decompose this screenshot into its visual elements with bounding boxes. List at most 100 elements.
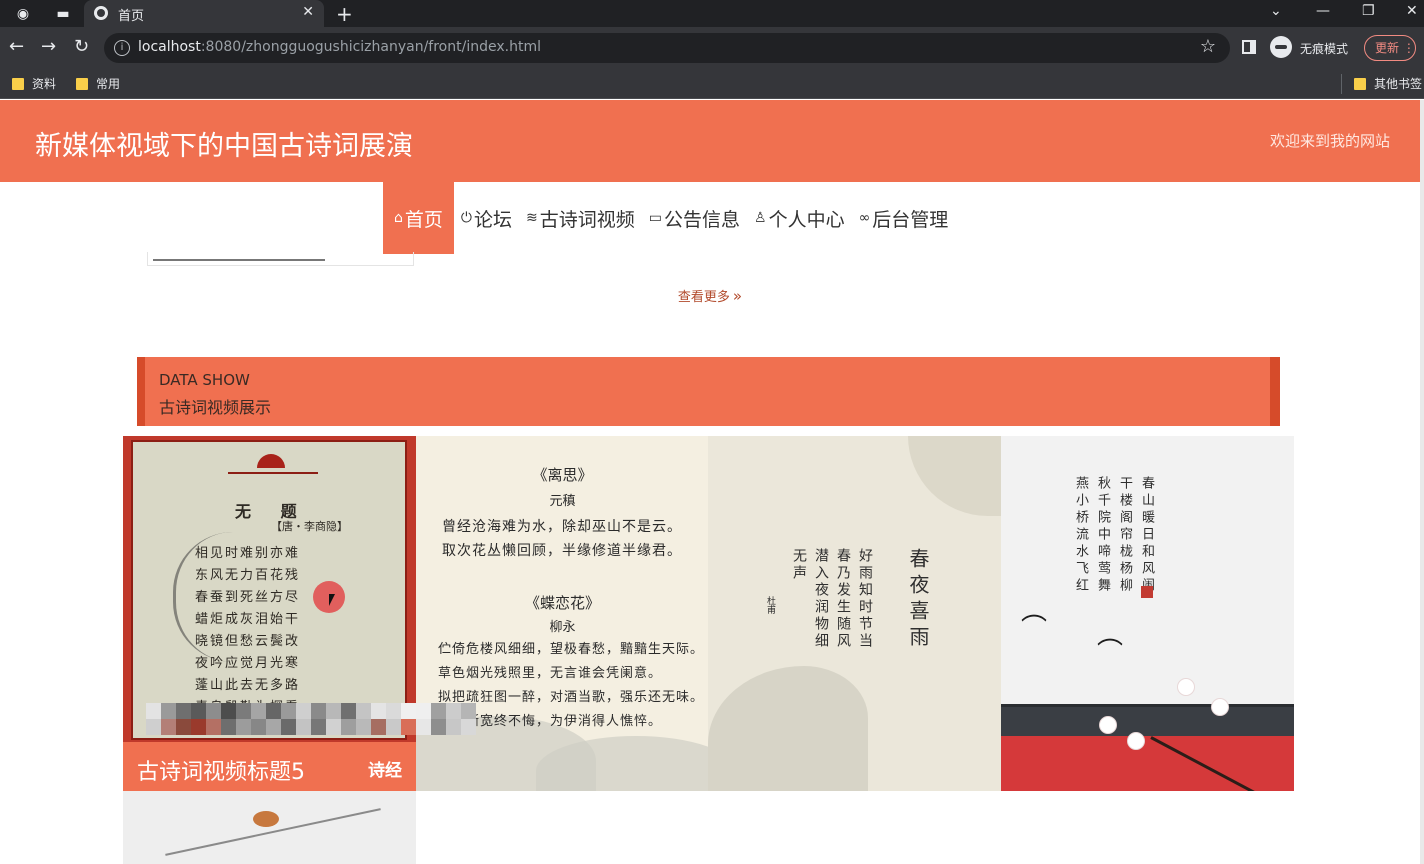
poem-text: 好雨知时节当春乃发生随风潜入夜润物细无声 xyxy=(791,548,873,650)
video-card[interactable] xyxy=(123,791,416,864)
folder-icon xyxy=(76,78,88,90)
side-panel-icon[interactable] xyxy=(1242,40,1256,54)
poem-title: 《蝶恋花》 xyxy=(524,594,600,612)
poem-line: 伫倚危楼风细细，望极春愁，黯黯生天际。 xyxy=(438,642,705,657)
bird-painting xyxy=(253,811,279,827)
site-header: 新媒体视域下的中国古诗词展演 欢迎来到我的网站 xyxy=(0,100,1420,182)
folder-icon xyxy=(1354,78,1366,90)
section-title-cn: 古诗词视频展示 xyxy=(159,398,272,417)
poem-line: 曾经沧海难为水，除却巫山不是云。 xyxy=(442,519,682,535)
mountain-painting xyxy=(708,666,868,791)
poem-line: 晓镜但愁云鬓改 xyxy=(195,634,301,649)
poem-line: 蓬山此去无多路 xyxy=(195,678,301,693)
poem-line: 相见时难别亦难 xyxy=(195,546,301,561)
bookmark-folder-changyong[interactable]: 常用 xyxy=(74,75,120,93)
poem-title: 《离思》 xyxy=(532,466,593,484)
power-icon: ⏻ xyxy=(460,210,472,226)
poem-line: 东风无力百花残 xyxy=(195,568,301,583)
globe-icon[interactable]: ◉ xyxy=(14,5,32,23)
poem-text: 春山暖日和风阑干楼阁帘栊杨柳秋千院中啼莺舞燕小桥流水飞红 xyxy=(1073,476,1154,595)
mouse-cursor-icon xyxy=(329,594,335,606)
incognito-label[interactable]: 无痕模式 xyxy=(1300,40,1348,57)
nav-user-center[interactable]: ♙ 个人中心 xyxy=(747,182,852,254)
nav-announcements[interactable]: ▭ 公告信息 xyxy=(642,182,747,254)
video-card[interactable]: 春夜喜雨 好雨知时节当春乃发生随风潜入夜润物细无声 杜甫 xyxy=(708,436,1001,791)
page-viewport: 新媒体视域下的中国古诗词展演 欢迎来到我的网站 ⌂ 首页 ⏻ 论坛 ≋ 古诗词视频 ▭… xyxy=(0,100,1424,864)
reload-icon[interactable]: ↻ xyxy=(74,37,89,57)
incognito-icon[interactable] xyxy=(1270,36,1292,58)
poem-author: 柳永 xyxy=(549,620,576,635)
flower-painting xyxy=(908,436,1001,516)
tab-title: 首页 xyxy=(118,9,145,24)
section-banner: DATA SHOW 古诗词视频展示 xyxy=(137,357,1280,426)
poem-line: 夜吟应觉月光寒 xyxy=(195,656,301,671)
tab-favicon-globe-icon xyxy=(94,6,108,20)
view-more-link[interactable]: 查看更多» xyxy=(0,286,1420,305)
card-caption[interactable]: 古诗词视频标题5 诗经 xyxy=(123,742,416,791)
url-text[interactable]: localhost:8080/zhongguogushicizhanyan/fr… xyxy=(138,39,541,55)
nav-poem-videos[interactable]: ≋ 古诗词视频 xyxy=(519,182,642,254)
poem-line: 春蚕到死丝方尽 xyxy=(195,590,301,605)
tab-list-chevron-icon[interactable]: ⌄ xyxy=(1270,3,1282,19)
stack-icon: ≋ xyxy=(526,210,538,226)
red-wall xyxy=(1001,736,1294,791)
address-bar[interactable]: i localhost:8080/zhongguogushicizhanyan/… xyxy=(104,33,1230,63)
magnolia-flower xyxy=(1127,732,1145,750)
book-icon: ▭ xyxy=(648,210,662,226)
page-scrollbar[interactable] xyxy=(1420,100,1424,864)
nav-home[interactable]: ⌂ 首页 xyxy=(383,182,454,254)
home-icon: ⌂ xyxy=(394,210,403,226)
section-title-en: DATA SHOW xyxy=(159,371,250,389)
swallow-icon: ⌒ xyxy=(1021,614,1048,644)
poem-author: 【唐・李商隐】 xyxy=(271,520,348,533)
red-seal xyxy=(1141,586,1153,598)
tab-search-icon[interactable]: ▬ xyxy=(54,5,72,23)
bookmark-folder-other[interactable]: 其他书签 xyxy=(1352,75,1422,93)
poem-line: 蜡炬成灰泪始干 xyxy=(195,612,301,627)
poem-line: 取次花丛懒回顾，半缘修道半缘君。 xyxy=(442,543,682,559)
fan-ornament xyxy=(257,454,285,468)
poem-line: 草色烟光残照里，无言谁会凭阑意。 xyxy=(438,666,663,681)
forward-arrow-icon[interactable]: → xyxy=(41,37,56,57)
tab-close-icon[interactable]: ✕ xyxy=(302,4,314,20)
nav-forum[interactable]: ⏻ 论坛 xyxy=(454,182,519,254)
card-category-tag: 诗经 xyxy=(368,761,402,781)
bookmark-star-icon[interactable]: ☆ xyxy=(1200,36,1216,57)
bookmark-folder-ziliao[interactable]: 资料 xyxy=(10,75,56,93)
minimize-icon[interactable]: — xyxy=(1316,3,1330,19)
restore-icon[interactable]: ❐ xyxy=(1362,3,1375,19)
site-info-icon[interactable]: i xyxy=(114,40,130,56)
video-card[interactable]: 《离思》 元稹 曾经沧海难为水，除却巫山不是云。 取次花丛懒回顾，半缘修道半缘君… xyxy=(416,436,709,791)
nav-admin[interactable]: ∞ 后台管理 xyxy=(852,182,956,254)
poem-signature: 杜甫 xyxy=(765,596,775,614)
link-icon: ∞ xyxy=(858,210,871,226)
poem-image: 无 题 【唐・李商隐】 相见时难别亦难 东风无力百花残 春蚕到死丝方尽 蜡炬成灰… xyxy=(131,440,407,740)
welcome-text: 欢迎来到我的网站 xyxy=(1269,132,1390,150)
bookmarks-separator xyxy=(1341,74,1342,94)
video-card[interactable]: 无 题 【唐・李商隐】 相见时难别亦难 东风无力百花残 春蚕到死丝方尽 蜡炬成灰… xyxy=(123,436,416,791)
poem-title: 春夜喜雨 xyxy=(906,548,930,652)
poem-author: 元稹 xyxy=(549,494,576,509)
browser-tab-strip: ◉ ▬ 首页 ✕ + ⌄ — ❐ ✕ xyxy=(0,0,1424,27)
new-tab-plus-icon[interactable]: + xyxy=(336,2,353,26)
browser-tab-active[interactable]: 首页 ✕ xyxy=(84,0,324,27)
ornament-line xyxy=(228,472,318,474)
search-box-partial[interactable] xyxy=(147,252,414,266)
back-arrow-icon[interactable]: ← xyxy=(9,37,24,57)
swallow-icon: ⌒ xyxy=(1097,638,1124,668)
update-button[interactable]: 更新 ⋮ xyxy=(1364,35,1416,61)
magnolia-flower xyxy=(1177,678,1195,696)
folder-icon xyxy=(12,78,24,90)
magnolia-flower xyxy=(1211,698,1229,716)
poem-line: 拟把疏狂图一醉，对酒当歌，强乐还无味。 xyxy=(438,690,705,705)
bookmarks-bar: 资料 常用 其他书签 xyxy=(0,69,1424,99)
site-title: 新媒体视域下的中国古诗词展演 xyxy=(35,131,413,162)
roof-tiles xyxy=(1001,704,1294,736)
card-title: 古诗词视频标题5 xyxy=(137,760,305,785)
double-chevron-right-icon: » xyxy=(732,287,743,305)
user-icon: ♙ xyxy=(754,210,767,226)
video-card[interactable]: 春山暖日和风阑干楼阁帘栊杨柳秋千院中啼莺舞燕小桥流水飞红 ⌒ ⌒ xyxy=(1001,436,1294,791)
main-nav: ⌂ 首页 ⏻ 论坛 ≋ 古诗词视频 ▭ 公告信息 ♙ 个人中心 ∞ 后台管理 xyxy=(383,182,955,254)
window-close-icon[interactable]: ✕ xyxy=(1406,3,1418,19)
magnolia-flower xyxy=(1099,716,1117,734)
